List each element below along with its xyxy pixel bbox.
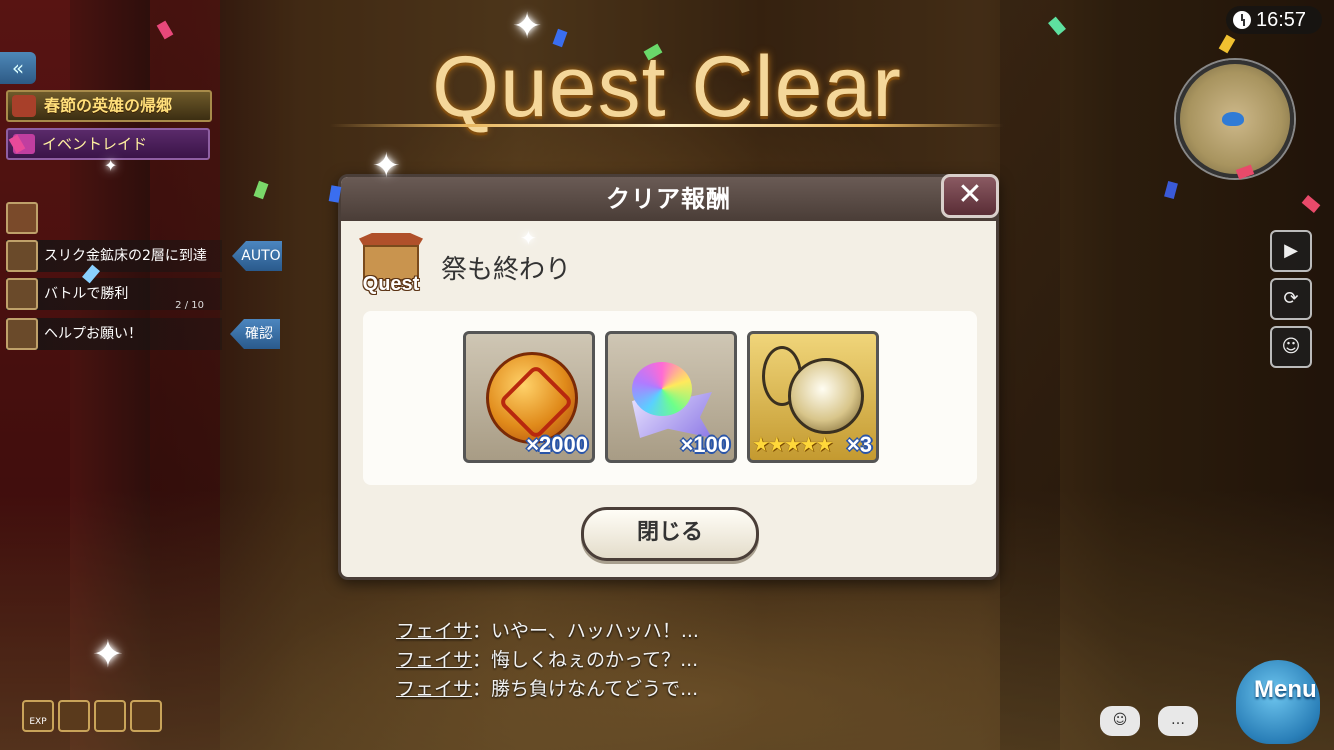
festival-coin-icon: [486, 352, 578, 444]
sparkle-icon: ✦: [92, 632, 124, 676]
rarity-stars: ★★★★★: [752, 432, 834, 456]
close-icon[interactable]: ✕: [941, 174, 999, 218]
speaker-name[interactable]: フェイサ: [396, 620, 472, 642]
quest-clear-underline: [330, 124, 1004, 127]
reward-item-ornament[interactable]: ★★★★★ ×3: [747, 331, 879, 463]
clock-time: 16:57: [1256, 9, 1307, 31]
emote-icon[interactable]: ☺: [1100, 706, 1140, 736]
dialogue-text: ：いやー、ハッハッハ！...: [472, 620, 699, 642]
menu-button-label[interactable]: Menu: [1254, 676, 1317, 704]
camera-icon[interactable]: ▶: [1270, 230, 1312, 272]
sparkle-icon: ✦: [104, 156, 118, 175]
dialog-title: クリア報酬: [341, 177, 996, 221]
dialogue-line: フェイサ：勝ち負けなんてどうで...: [396, 674, 699, 703]
mission-item[interactable]: ヘルプお願い！: [6, 318, 222, 350]
collapse-panel-button[interactable]: «: [0, 52, 36, 84]
bottom-left-toolbar: EXP: [22, 700, 162, 732]
reward-quantity: ×2000: [526, 432, 588, 457]
sparkle-icon: ✦: [512, 6, 543, 47]
buff-icon[interactable]: [58, 700, 90, 732]
clock: 16:57: [1226, 6, 1322, 34]
quest-clear-title: Quest Clear: [432, 39, 902, 135]
dialogue-text: ：勝ち負けなんてどうで...: [472, 678, 699, 700]
clock-icon: [1233, 11, 1251, 29]
quest-name: 祭も終わり: [441, 255, 572, 285]
chat-toolbar: ☺ …: [1100, 706, 1198, 736]
event-raid-label: イベントレイド: [42, 135, 148, 153]
reward-quantity: ×100: [680, 432, 730, 457]
mission-icon: [6, 318, 38, 350]
mission-text: ヘルプお願い！: [44, 326, 142, 342]
reward-panel: ×2000 ×100 ★★★★★ ×3: [363, 311, 977, 485]
mission-item[interactable]: スリク金鉱床の2層に到達: [6, 240, 222, 272]
player-marker-icon: [1222, 112, 1244, 126]
event-banner-label: 春節の英雄の帰郷: [44, 96, 173, 115]
dialogue-line: フェイサ：悔しくねぇのかって？...: [396, 645, 699, 674]
sparkle-icon: ✦: [520, 226, 537, 250]
level-up-icon[interactable]: [130, 700, 162, 732]
reward-item-crystal[interactable]: ×100: [605, 331, 737, 463]
mission-item[interactable]: バトルで勝利 2 / 10: [6, 278, 222, 311]
close-dialog-button[interactable]: 閉じる: [581, 507, 759, 561]
rainbow-gem-icon: [632, 362, 692, 416]
mission-progress: 2 / 10: [175, 300, 204, 311]
mission-text: スリク金鉱床の2層に到達: [44, 248, 207, 264]
speaker-name[interactable]: フェイサ: [396, 649, 472, 671]
exp-boost-icon[interactable]: EXP: [22, 700, 54, 732]
clear-reward-dialog: クリア報酬 Quest 祭も終わり ×2000 ×100 ★★★★★ ×3 閉じ…: [338, 174, 999, 580]
quest-log-icon[interactable]: [6, 202, 38, 234]
mission-icon: [6, 240, 38, 272]
speaker-name[interactable]: フェイサ: [396, 678, 472, 700]
quest-icon-label: Quest: [362, 273, 420, 295]
dialogue-line: フェイサ：いやー、ハッハッハ！...: [396, 616, 699, 645]
auto-battle-icon[interactable]: ⟳: [1270, 278, 1312, 320]
dialogue-text: ：悔しくねぇのかって？...: [472, 649, 699, 671]
party-icon[interactable]: ☺: [1270, 326, 1312, 368]
sparkle-icon: ✦: [372, 146, 401, 186]
mission-icon: [6, 278, 38, 310]
event-banner[interactable]: 春節の英雄の帰郷: [6, 90, 212, 122]
quest-icon: Quest: [357, 233, 425, 299]
dialogue-log: フェイサ：いやー、ハッハッハ！... フェイサ：悔しくねぇのかって？... フェ…: [396, 616, 699, 703]
reward-quantity: ×3: [846, 432, 872, 457]
gift-icon[interactable]: [94, 700, 126, 732]
reward-item-coin[interactable]: ×2000: [463, 331, 595, 463]
chat-icon[interactable]: …: [1158, 706, 1198, 736]
event-icon: [12, 95, 36, 117]
mission-text: バトルで勝利: [44, 286, 129, 302]
golden-ornament-icon: [788, 358, 864, 434]
